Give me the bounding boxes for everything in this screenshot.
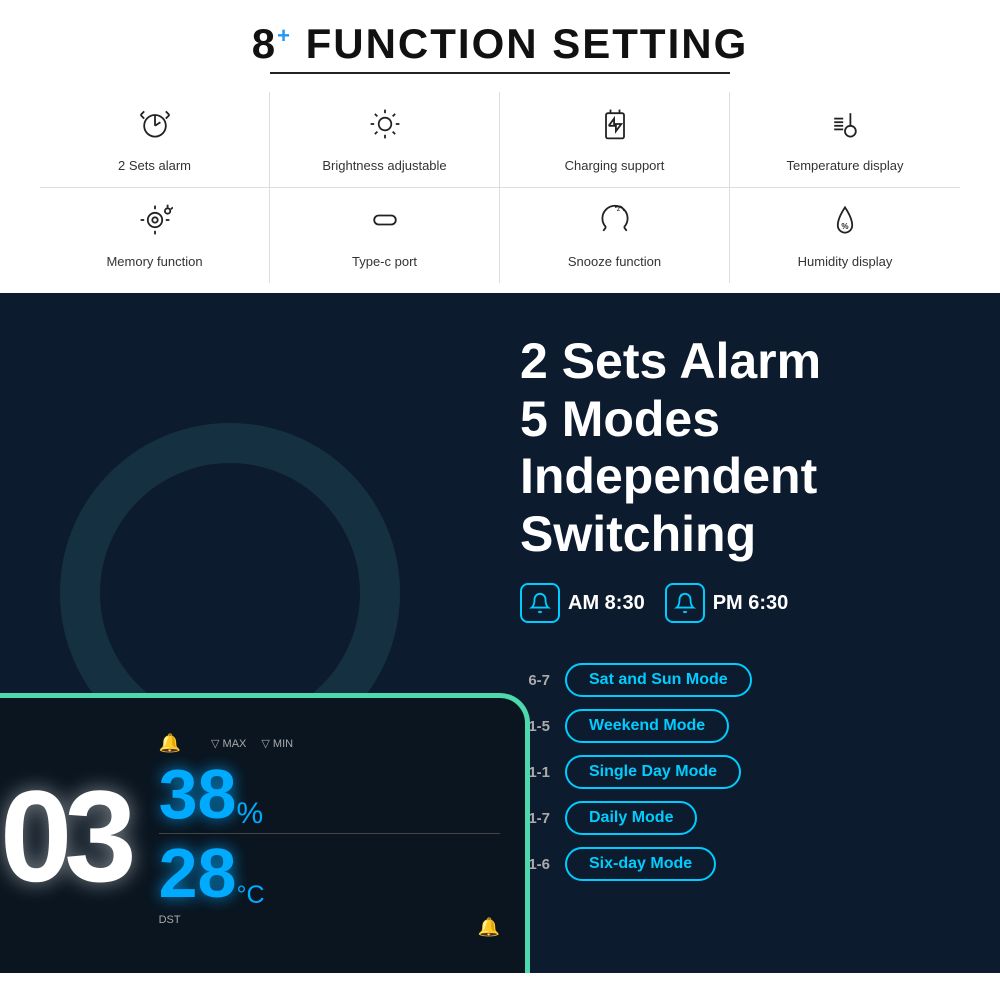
- clock-time: 03: [0, 771, 129, 901]
- mode-item-2: 1-1 Single Day Mode: [520, 755, 960, 789]
- top-section: 8+ FUNCTION SETTING 2 Sets alarm: [0, 0, 1000, 293]
- mode-badge-2: Single Day Mode: [565, 755, 741, 789]
- humidity-row: 38%: [159, 759, 264, 829]
- feature-alarm: 2 Sets alarm: [40, 92, 270, 187]
- alarm-title-line1: 2 Sets Alarm: [520, 333, 960, 391]
- alarm-time-2: PM 6:30: [665, 583, 789, 623]
- feature-temperature: Temperature display: [730, 92, 960, 187]
- feature-memory-label: Memory function: [106, 254, 202, 269]
- humidity-unit: %: [236, 799, 263, 829]
- alarm-bell-2-icon: [665, 583, 705, 623]
- feature-snooze: z Snooze function: [500, 188, 730, 283]
- modes-list: 6-7 Sat and Sun Mode 1-5 Weekend Mode 1-…: [520, 663, 960, 881]
- alarm-icon: [137, 106, 173, 150]
- bell-bottom-icon: 🔔: [478, 917, 500, 938]
- mode-badge-1: Weekend Mode: [565, 709, 729, 743]
- temp-row: 28°C: [159, 838, 265, 908]
- mode-item-3: 1-7 Daily Mode: [520, 801, 960, 835]
- mode-item-0: 6-7 Sat and Sun Mode: [520, 663, 960, 697]
- temp-unit: °C: [236, 883, 264, 908]
- svg-text:%: %: [841, 222, 848, 231]
- title-underline: [270, 72, 730, 74]
- feature-charging-label: Charging support: [565, 158, 665, 173]
- clock-right-panel: 🔔 ▽ MAX ▽ MIN 38% 28°C DST 🔔: [159, 733, 500, 938]
- alarm-bell-1-icon: [520, 583, 560, 623]
- left-panel: 03 🔔 ▽ MAX ▽ MIN 38% 28°C: [0, 293, 500, 973]
- temperature-icon: [827, 106, 863, 150]
- features-row2: Memory function Type-c port z Snooze fu: [40, 188, 960, 283]
- mode-badge-3: Daily Mode: [565, 801, 697, 835]
- feature-alarm-label: 2 Sets alarm: [118, 158, 191, 173]
- title-text: FUNCTION SETTING: [306, 20, 749, 67]
- mode-badge-4: Six-day Mode: [565, 847, 716, 881]
- clock-device: 03 🔔 ▽ MAX ▽ MIN 38% 28°C: [0, 693, 530, 973]
- humidity-icon: %: [827, 202, 863, 246]
- brightness-icon: [367, 106, 403, 150]
- max-label: ▽ MAX: [211, 737, 246, 750]
- feature-brightness-label: Brightness adjustable: [322, 158, 446, 173]
- clock-bell-icon: 🔔: [159, 733, 181, 754]
- features-row1: 2 Sets alarm Brightness adjustable: [40, 92, 960, 187]
- alarm-time-1: AM 8:30: [520, 583, 645, 623]
- alarm-time-2-label: PM 6:30: [713, 592, 789, 615]
- alarm-time-1-label: AM 8:30: [568, 592, 645, 615]
- mode-range-0: 6-7: [520, 672, 550, 689]
- alarm-title-line2: 5 Modes Independent Switching: [520, 391, 960, 564]
- bottom-labels: DST 🔔: [159, 912, 500, 938]
- feature-humidity: % Humidity display: [730, 188, 960, 283]
- alarm-title: 2 Sets Alarm 5 Modes Independent Switchi…: [520, 333, 960, 563]
- feature-temperature-label: Temperature display: [786, 158, 903, 173]
- snooze-icon: z: [597, 202, 633, 246]
- main-title: 8+ FUNCTION SETTING: [252, 20, 749, 68]
- title-area: 8+ FUNCTION SETTING: [40, 20, 960, 74]
- clock-top-row: 🔔 ▽ MAX ▽ MIN: [159, 733, 293, 754]
- title-plus: +: [277, 23, 292, 48]
- right-panel: 2 Sets Alarm 5 Modes Independent Switchi…: [500, 293, 1000, 973]
- title-number: 8: [252, 20, 277, 67]
- feature-charging: Charging support: [500, 92, 730, 187]
- feature-snooze-label: Snooze function: [568, 254, 661, 269]
- dst-label: DST: [159, 914, 181, 938]
- alarm-times: AM 8:30 PM 6:30: [520, 583, 960, 623]
- clock-min-max: ▽ MAX ▽ MIN: [211, 737, 293, 750]
- typec-icon: [367, 202, 403, 246]
- svg-text:z: z: [616, 204, 620, 213]
- humidity-value: 38: [159, 759, 237, 829]
- feature-typec-label: Type-c port: [352, 254, 417, 269]
- charging-icon: [597, 106, 633, 150]
- feature-humidity-label: Humidity display: [798, 254, 893, 269]
- feature-memory: Memory function: [40, 188, 270, 283]
- temp-value: 28: [159, 838, 237, 908]
- mode-item-1: 1-5 Weekend Mode: [520, 709, 960, 743]
- feature-typec: Type-c port: [270, 188, 500, 283]
- mode-item-4: 1-6 Six-day Mode: [520, 847, 960, 881]
- bottom-section: 03 🔔 ▽ MAX ▽ MIN 38% 28°C: [0, 293, 1000, 973]
- mode-badge-0: Sat and Sun Mode: [565, 663, 752, 697]
- min-label: ▽ MIN: [261, 737, 293, 750]
- memory-icon: [137, 202, 173, 246]
- feature-brightness: Brightness adjustable: [270, 92, 500, 187]
